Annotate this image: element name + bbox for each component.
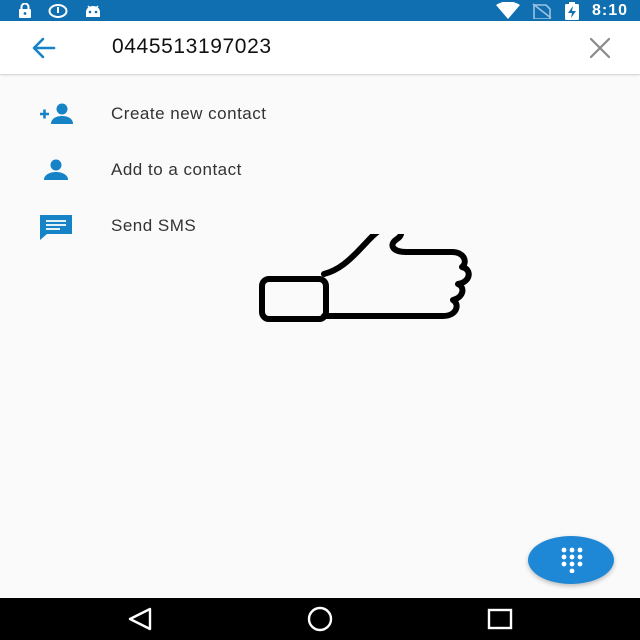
navigation-bar	[0, 598, 640, 640]
home-icon[interactable]	[305, 606, 335, 632]
recents-icon[interactable]	[486, 606, 514, 632]
create-new-contact-label: Create new contact	[111, 104, 267, 123]
dialpad-icon	[561, 547, 583, 573]
actions-list: Create new contact Add to a contact Send…	[0, 86, 640, 254]
search-query[interactable]: 0445513197023	[112, 35, 272, 59]
back-icon[interactable]	[126, 606, 154, 632]
person-icon	[38, 156, 74, 184]
person-add-icon	[38, 100, 74, 128]
message-icon	[38, 212, 74, 240]
add-to-contact-label: Add to a contact	[111, 160, 242, 179]
send-sms-label: Send SMS	[111, 216, 197, 235]
search-bar: 0445513197023	[0, 21, 640, 74]
android-icon	[84, 4, 102, 18]
add-to-contact-item[interactable]: Add to a contact	[0, 142, 640, 198]
lock-icon	[18, 3, 32, 18]
battery-charging-icon	[564, 1, 580, 20]
wifi-icon	[495, 2, 520, 19]
status-bar: 8:10	[0, 0, 640, 21]
create-new-contact-item[interactable]: Create new contact	[0, 86, 640, 142]
no-sim-icon	[532, 2, 552, 19]
thumbs-up-icon	[258, 223, 484, 324]
sync-icon	[48, 3, 68, 18]
close-icon[interactable]	[588, 36, 612, 60]
arrow-back-icon[interactable]	[28, 34, 60, 62]
dialpad-button[interactable]	[528, 536, 614, 584]
clock: 8:10	[591, 1, 628, 19]
